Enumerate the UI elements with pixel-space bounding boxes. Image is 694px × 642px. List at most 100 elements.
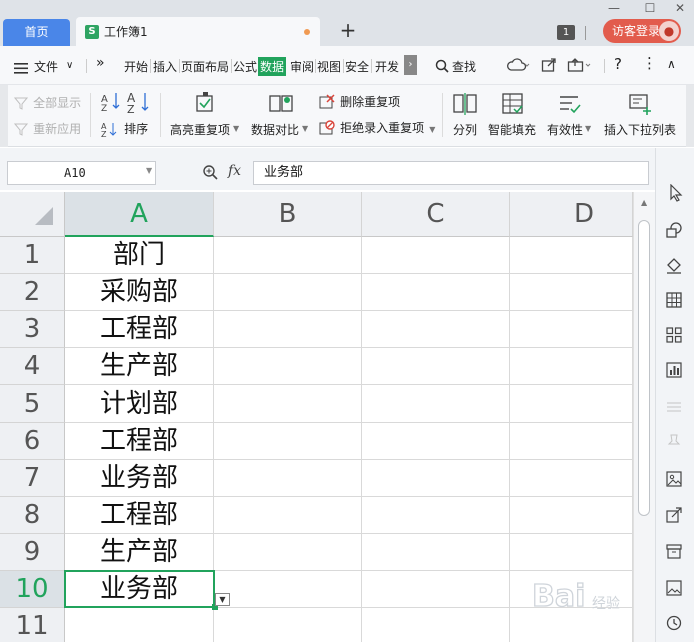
cell-c[interactable] [362, 311, 510, 348]
data-compare-button[interactable]: 数据对比 ▼ [251, 89, 311, 143]
collapse-ribbon-icon[interactable]: ∧ [667, 57, 676, 71]
cell-c[interactable] [362, 348, 510, 385]
apps-grid-icon[interactable] [665, 326, 685, 346]
cell-c[interactable] [362, 274, 510, 311]
row-header[interactable]: 5 [0, 385, 65, 423]
home-tab[interactable]: 首页 [3, 19, 70, 46]
cell-a[interactable]: 部门 [65, 237, 214, 274]
row-header[interactable]: 3 [0, 311, 65, 348]
sort-ascending-icon[interactable]: AZ [101, 91, 121, 115]
cell-d[interactable] [510, 311, 633, 348]
row-header[interactable]: 6 [0, 423, 65, 460]
cell-a[interactable]: 计划部 [65, 385, 214, 423]
tab-insert[interactable]: 插入 [153, 58, 177, 75]
cell-b[interactable] [214, 571, 362, 608]
search-icon[interactable] [435, 58, 449, 77]
scroll-ribbon-right-icon[interactable] [686, 85, 694, 147]
tab-home[interactable]: 开始 [124, 58, 148, 75]
cloud-sync-icon[interactable] [506, 57, 530, 77]
cell-d[interactable] [510, 274, 633, 311]
smart-fill-button[interactable]: 智能填充 [487, 89, 539, 143]
cell-b[interactable] [214, 274, 362, 311]
row-header[interactable]: 10 [0, 571, 65, 608]
row-header[interactable]: 2 [0, 274, 65, 311]
zoom-icon[interactable] [202, 164, 218, 184]
cell-b[interactable] [214, 348, 362, 385]
scrollbar-thumb[interactable] [638, 220, 650, 516]
cell-d[interactable] [510, 534, 633, 571]
cell-b[interactable] [214, 311, 362, 348]
cell-c[interactable] [362, 385, 510, 423]
insert-dropdown-list-button[interactable]: 插入下拉列表 [603, 89, 679, 143]
cell-c[interactable] [362, 237, 510, 274]
column-header-c[interactable]: C [362, 192, 510, 237]
scroll-up-icon[interactable]: ▲ [641, 198, 647, 207]
share-icon[interactable] [541, 57, 557, 77]
maximize-button[interactable]: ☐ [640, 1, 660, 15]
shapes-icon[interactable] [665, 221, 685, 241]
row-header[interactable]: 7 [0, 460, 65, 497]
tab-security[interactable]: 安全 [345, 58, 369, 75]
login-button[interactable]: 访客登录 ● [603, 19, 681, 43]
hamburger-icon[interactable] [14, 59, 28, 74]
cell-name-box[interactable]: A10 [7, 161, 156, 185]
cell-d[interactable] [510, 348, 633, 385]
tab-data[interactable]: 数据 [258, 57, 287, 76]
close-button[interactable]: ✕ [670, 1, 690, 15]
cell-d[interactable] [510, 460, 633, 497]
cell-a[interactable]: 生产部 [65, 534, 214, 571]
document-tab[interactable]: S 工作簿1 [76, 17, 320, 46]
cell-a[interactable]: 工程部 [65, 423, 214, 460]
paste-options-dropdown-icon[interactable]: ▼ [215, 593, 230, 606]
select-all-corner[interactable] [0, 192, 65, 237]
highlight-duplicates-button[interactable]: 高亮重复项 ▼ [170, 89, 240, 143]
cell-c[interactable] [362, 608, 510, 642]
cell-d[interactable] [510, 497, 633, 534]
sort-descending-icon[interactable]: AZ [127, 91, 151, 117]
cell-b[interactable] [214, 534, 362, 571]
cell-a[interactable]: 工程部 [65, 497, 214, 534]
cell-d[interactable] [510, 423, 633, 460]
cell-a[interactable] [65, 608, 214, 642]
row-header[interactable]: 4 [0, 348, 65, 385]
cell-a[interactable]: 业务部 [65, 460, 214, 497]
cell-b[interactable] [214, 385, 362, 423]
row-header[interactable]: 11 [0, 608, 65, 642]
reapply-button[interactable]: 重新应用 [13, 118, 81, 137]
column-header-a[interactable]: A [65, 192, 214, 237]
file-menu[interactable]: 文件 [34, 58, 58, 75]
column-header-b[interactable]: B [214, 192, 362, 237]
scroll-tabs-right-icon[interactable]: › [404, 55, 417, 75]
cell-d[interactable] [510, 385, 633, 423]
cell-c[interactable] [362, 571, 510, 608]
cell-c[interactable] [362, 497, 510, 534]
cursor-select-icon[interactable] [666, 183, 686, 204]
row-header[interactable]: 9 [0, 534, 65, 571]
share-icon[interactable] [665, 506, 685, 526]
cell-b[interactable] [214, 423, 362, 460]
cell-c[interactable] [362, 460, 510, 497]
cell-b[interactable] [214, 237, 362, 274]
help-icon[interactable]: ? [614, 55, 622, 73]
cell-a[interactable]: 生产部 [65, 348, 214, 385]
split-column-button[interactable]: 分列 [450, 89, 480, 143]
tab-view[interactable]: 视图 [317, 58, 341, 75]
more-options-icon[interactable]: ⋮ [642, 54, 657, 72]
cell-b[interactable] [214, 497, 362, 534]
show-all-button[interactable]: 全部显示 [13, 92, 81, 111]
minimize-button[interactable]: — [604, 1, 624, 15]
search-label[interactable]: 查找 [452, 58, 476, 75]
remove-duplicates-button[interactable]: 删除重复项 [319, 91, 400, 110]
export-icon[interactable] [567, 57, 593, 77]
row-header[interactable]: 1 [0, 237, 65, 274]
more-menus-button[interactable]: » [96, 55, 105, 71]
notification-badge[interactable]: 1 [557, 25, 575, 40]
archive-icon[interactable] [665, 542, 685, 562]
tab-formula[interactable]: 公式 [233, 58, 257, 75]
picture-icon[interactable] [665, 579, 685, 599]
new-tab-button[interactable]: + [338, 20, 358, 42]
cell-a[interactable]: 工程部 [65, 311, 214, 348]
fx-button[interactable]: fx [228, 163, 241, 179]
reject-duplicates-button[interactable]: 拒绝录入重复项 ▼ [319, 117, 435, 136]
chevron-down-icon[interactable]: ▼ [146, 166, 152, 175]
